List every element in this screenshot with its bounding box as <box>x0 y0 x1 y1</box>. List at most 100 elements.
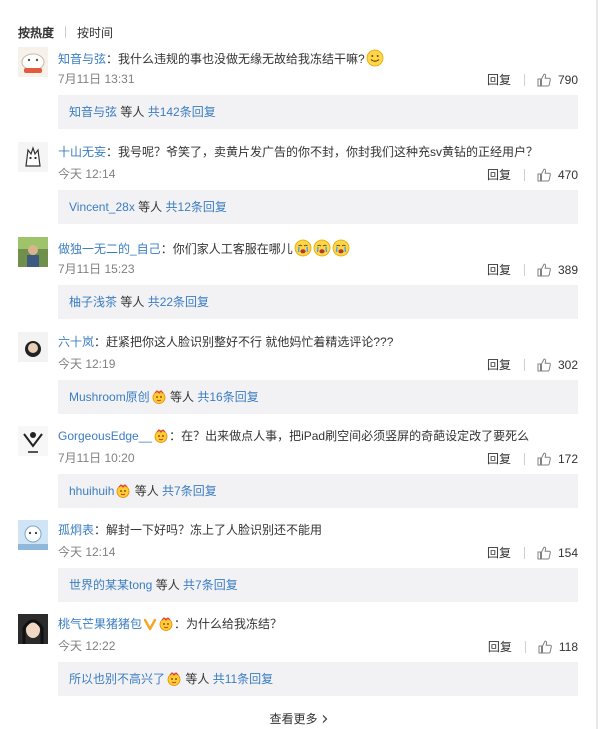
sort-by-hot-tab[interactable]: 按热度 <box>18 24 54 41</box>
reply-username[interactable]: 所以也别不高兴了 <box>69 672 165 686</box>
like-button[interactable]: 172 <box>537 452 578 466</box>
comment-text-line: 六十岚：赶紧把你这人脸识别整好不行 就他妈忙着精选评论??? <box>58 334 580 350</box>
reply-username[interactable]: hhuihuih <box>69 484 114 498</box>
reply-summary[interactable]: hhuihuih 等人 共7条回复 <box>58 474 578 508</box>
comment-text: ：解封一下好吗？冻上了人脸识别还不能用 <box>94 523 323 537</box>
thumbs-up-icon <box>537 168 551 181</box>
avatar[interactable] <box>18 332 48 362</box>
comment-username[interactable]: 孤炯表 <box>58 523 94 537</box>
reply-username[interactable]: 知音与弦 <box>69 105 117 119</box>
avatar[interactable] <box>18 520 48 550</box>
reply-button[interactable]: 回复 <box>487 166 511 183</box>
comment-actions: 回复 302 <box>487 356 578 373</box>
avatar[interactable] <box>18 237 48 267</box>
thumbs-up-icon <box>537 358 551 371</box>
comment-actions: 回复 172 <box>487 450 578 467</box>
sort-by-time-tab[interactable]: 按时间 <box>77 24 113 41</box>
thumbs-up-icon <box>537 452 551 465</box>
reply-etc-text: 等人 <box>152 578 184 592</box>
reply-etc-text: 等人 <box>166 390 198 404</box>
reply-etc-text: 等人 <box>117 105 148 119</box>
sort-divider <box>65 26 67 38</box>
reply-count-link[interactable]: 共11条回复 <box>213 672 273 686</box>
avatar[interactable] <box>18 142 48 172</box>
comment-text-line: GorgeousEdge__ ：在？出来做点人事，把iPad刷空间必须竖屏的奇葩设… <box>58 428 580 447</box>
reply-count-link[interactable]: 共142条回复 <box>148 105 216 119</box>
action-divider <box>523 73 525 86</box>
view-more-link[interactable]: 查看更多 <box>0 710 598 727</box>
reply-etc-text: 等人 <box>134 200 166 214</box>
comment-username[interactable]: 知音与弦 <box>58 52 106 66</box>
sort-bar: 按热度 按时间 <box>18 24 113 40</box>
like-count: 154 <box>557 545 578 560</box>
action-divider <box>524 640 526 653</box>
reply-summary[interactable]: 世界的某某tong 等人 共7条回复 <box>58 568 578 602</box>
reply-count-link[interactable]: 共22条回复 <box>148 295 209 309</box>
action-divider <box>523 452 525 465</box>
comment-username[interactable]: 六十岚 <box>58 335 94 349</box>
like-button[interactable]: 302 <box>537 358 578 372</box>
thumbs-up-icon <box>537 546 551 559</box>
reply-username[interactable]: 柚子浅茶 <box>69 295 117 309</box>
comment-text-line: 知音与弦：我什么违规的事也没做无缘无故给我冻结干嘛? <box>58 49 580 71</box>
reply-username[interactable]: 世界的某某tong <box>69 578 152 592</box>
like-button[interactable]: 154 <box>537 546 578 560</box>
comment-username[interactable]: GorgeousEdge__ <box>58 429 152 443</box>
crying-emoji-icon <box>313 239 331 261</box>
reply-button[interactable]: 回复 <box>487 71 511 88</box>
like-count: 790 <box>557 72 578 87</box>
reply-username[interactable]: Vincent_28x <box>69 200 135 214</box>
reply-summary[interactable]: Mushroom原创 等人 共16条回复 <box>58 380 578 414</box>
like-button[interactable]: 470 <box>537 168 578 182</box>
comment-username[interactable]: 十山无妄 <box>58 145 106 159</box>
comment-text: ：为什么给我冻结？ <box>174 617 283 631</box>
avatar[interactable] <box>18 426 48 456</box>
vip-badge-icon <box>115 477 131 511</box>
reply-button[interactable]: 回复 <box>487 544 511 561</box>
comment-text: ：我号呢？爷笑了，卖黄片发广告的你不封，你封我们这种充sv黄钻的正经用户？ <box>106 145 539 159</box>
vip-badge-icon <box>151 383 167 417</box>
reply-button[interactable]: 回复 <box>487 450 511 467</box>
comment-text-line: 桃气芒果猪猪包 ：为什么给我冻结？ <box>58 616 580 635</box>
reply-button[interactable]: 回复 <box>487 356 511 373</box>
avatar[interactable] <box>18 47 48 77</box>
reply-count-link[interactable]: 共7条回复 <box>183 578 238 592</box>
reply-summary[interactable]: 知音与弦 等人 共142条回复 <box>58 95 578 129</box>
reply-count-link[interactable]: 共7条回复 <box>162 484 217 498</box>
vip-badge-icon <box>153 429 169 447</box>
comments-panel: 按热度 按时间 知音与弦：我什么违规的事也没做无缘无故给我冻结干嘛? 7月11日… <box>0 0 598 729</box>
like-count: 302 <box>557 357 578 372</box>
comment-text-line: 十山无妄：我号呢？爷笑了，卖黄片发广告的你不封，你封我们这种充sv黄钻的正经用户… <box>58 144 580 160</box>
crying-emoji-icon <box>294 239 312 261</box>
like-button[interactable]: 790 <box>537 73 578 87</box>
avatar[interactable] <box>18 614 48 644</box>
thumbs-up-icon <box>537 73 551 86</box>
comment-actions: 回复 389 <box>487 261 578 278</box>
smile-emoji-icon <box>366 49 384 71</box>
like-count: 470 <box>557 167 578 182</box>
comment-text: ：你们家人工客服在哪儿 <box>160 242 293 256</box>
reply-count-link[interactable]: 共12条回复 <box>166 200 227 214</box>
thumbs-up-icon <box>538 640 552 653</box>
comment-text: ：我什么违规的事也没做无缘无故给我冻结干嘛? <box>106 52 365 66</box>
comment-actions: 回复 470 <box>487 166 578 183</box>
reply-summary[interactable]: Vincent_28x 等人 共12条回复 <box>58 190 578 224</box>
chevron-right-icon <box>321 713 329 727</box>
like-button[interactable]: 389 <box>537 263 578 277</box>
view-more-label: 查看更多 <box>269 712 318 726</box>
action-divider <box>523 263 525 276</box>
comment-actions: 回复 118 <box>488 638 578 655</box>
reply-summary[interactable]: 所以也别不高兴了 等人 共11条回复 <box>58 662 578 696</box>
comment-username[interactable]: 桃气芒果猪猪包 <box>58 617 142 631</box>
comment-text: ：赶紧把你这人脸识别整好不行 就他妈忙着精选评论??? <box>94 335 394 349</box>
comment-username[interactable]: 做独一无二的_自己 <box>58 242 161 256</box>
like-button[interactable]: 118 <box>538 640 578 654</box>
reply-summary[interactable]: 柚子浅茶 等人 共22条回复 <box>58 285 578 319</box>
reply-username[interactable]: Mushroom原创 <box>69 390 150 404</box>
reply-button[interactable]: 回复 <box>488 638 512 655</box>
action-divider <box>523 546 525 559</box>
reply-etc-text: 等人 <box>117 295 148 309</box>
reply-button[interactable]: 回复 <box>487 261 511 278</box>
reply-count-link[interactable]: 共16条回复 <box>197 390 258 404</box>
comment-text-line: 做独一无二的_自己：你们家人工客服在哪儿 <box>58 239 580 261</box>
